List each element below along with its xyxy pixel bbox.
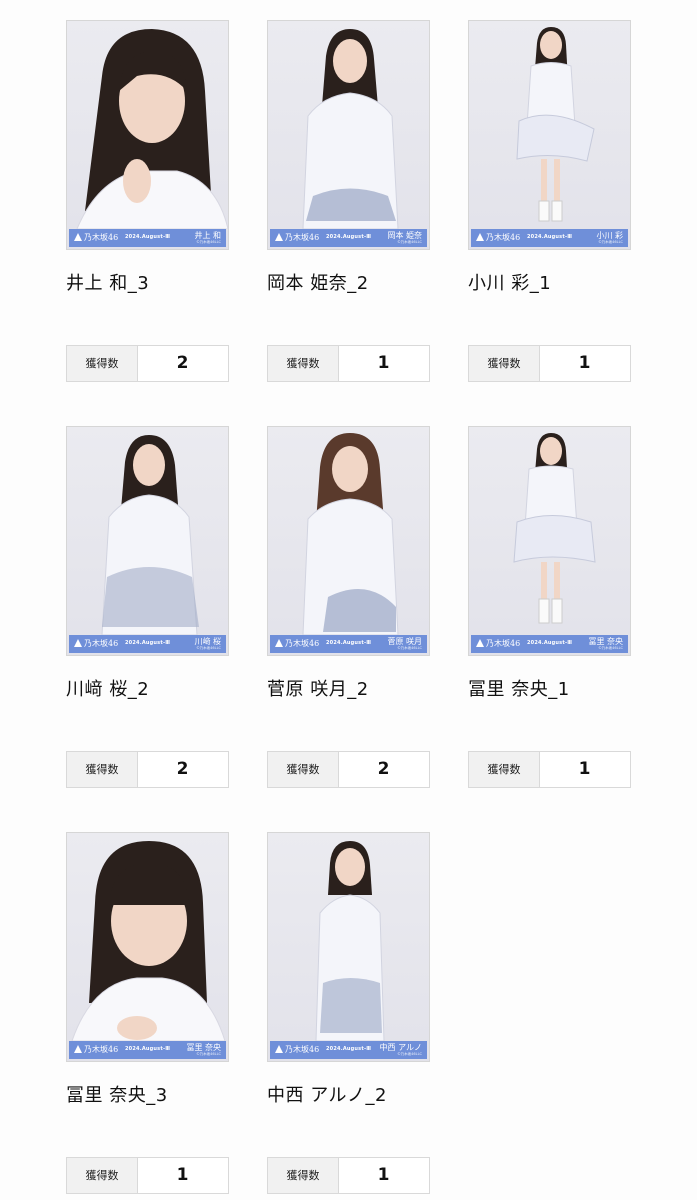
count-value: 2 — [176, 759, 189, 779]
photo-date: 2024.August-Ⅲ — [125, 234, 171, 240]
photo-footer-band: 乃木坂46 2024.August-Ⅲ 冨里 奈央 ©乃木坂46LLC — [69, 1041, 226, 1059]
member-photo[interactable]: 乃木坂46 2024.August-Ⅲ 冨里 奈央 ©乃木坂46LLC — [468, 426, 631, 656]
photo-copyright: ©乃木坂46LLC — [397, 240, 422, 244]
card-title[interactable]: 井上 和_3 — [66, 269, 266, 295]
member-portrait-fullbody — [516, 27, 595, 222]
photo-date: 2024.August-Ⅲ — [125, 1046, 171, 1052]
member-photo[interactable]: 乃木坂46 2024.August-Ⅲ 菅原 咲月 ©乃木坂46LLC — [267, 426, 430, 656]
member-photo[interactable]: 乃木坂46 2024.August-Ⅲ 中西 アルノ ©乃木坂46LLC — [267, 832, 430, 1062]
count-label: 獲得数 — [67, 346, 138, 381]
count-box: 獲得数 2 — [66, 345, 229, 382]
photo-footer-band: 乃木坂46 2024.August-Ⅲ 菅原 咲月 ©乃木坂46LLC — [270, 635, 427, 653]
count-value: 1 — [176, 1165, 189, 1185]
photo-footer-band: 乃木坂46 2024.August-Ⅲ 中西 アルノ ©乃木坂46LLC — [270, 1041, 427, 1059]
member-photo[interactable]: 乃木坂46 2024.August-Ⅲ 岡本 姫奈 ©乃木坂46LLC — [267, 20, 430, 250]
count-box: 獲得数 1 — [267, 1157, 430, 1194]
card-title[interactable]: 川﨑 桜_2 — [66, 675, 266, 701]
count-label: 獲得数 — [469, 752, 540, 787]
photo-date: 2024.August-Ⅲ — [527, 640, 573, 646]
brand-logo: 乃木坂46 — [275, 232, 319, 243]
photo-date: 2024.August-Ⅲ — [326, 234, 372, 240]
photo-copyright: ©乃木坂46LLC — [397, 646, 422, 650]
count-value: 1 — [377, 1165, 390, 1185]
photo-footer-band: 乃木坂46 2024.August-Ⅲ 岡本 姫奈 ©乃木坂46LLC — [270, 229, 427, 247]
photo-copyright: ©乃木坂46LLC — [598, 646, 623, 650]
photo-date: 2024.August-Ⅲ — [326, 1046, 372, 1052]
card-title[interactable]: 菅原 咲月_2 — [267, 675, 467, 701]
count-label: 獲得数 — [67, 752, 138, 787]
brand-logo: 乃木坂46 — [476, 232, 520, 243]
photo-copyright: ©乃木坂46LLC — [397, 1052, 422, 1056]
photo-footer-band: 乃木坂46 2024.August-Ⅲ 冨里 奈央 ©乃木坂46LLC — [471, 635, 628, 653]
member-portrait-halfbody — [315, 841, 385, 1041]
brand-logo: 乃木坂46 — [275, 638, 319, 649]
count-label: 獲得数 — [469, 346, 540, 381]
brand-logo: 乃木坂46 — [74, 1044, 118, 1055]
count-box: 獲得数 2 — [66, 751, 229, 788]
photo-date: 2024.August-Ⅲ — [125, 640, 171, 646]
count-box: 獲得数 1 — [468, 751, 631, 788]
photo-copyright: ©乃木坂46LLC — [598, 240, 623, 244]
member-portrait-closeup — [71, 841, 226, 1041]
photo-date: 2024.August-Ⅲ — [326, 640, 372, 646]
member-photo[interactable]: 乃木坂46 2024.August-Ⅲ 冨里 奈央 ©乃木坂46LLC — [66, 832, 229, 1062]
count-value: 1 — [578, 759, 591, 779]
count-box: 獲得数 1 — [66, 1157, 229, 1194]
brand-logo: 乃木坂46 — [476, 638, 520, 649]
card-title[interactable]: 冨里 奈央_3 — [66, 1081, 266, 1107]
brand-logo: 乃木坂46 — [74, 638, 118, 649]
card-title[interactable]: 岡本 姫奈_2 — [267, 269, 467, 295]
member-photo[interactable]: 乃木坂46 2024.August-Ⅲ 井上 和 ©乃木坂46LLC — [66, 20, 229, 250]
count-label: 獲得数 — [268, 1158, 339, 1193]
count-label: 獲得数 — [268, 752, 339, 787]
count-box: 獲得数 1 — [267, 345, 430, 382]
member-photo[interactable]: 乃木坂46 2024.August-Ⅲ 小川 彩 ©乃木坂46LLC — [468, 20, 631, 250]
count-box: 獲得数 2 — [267, 751, 430, 788]
photo-footer-band: 乃木坂46 2024.August-Ⅲ 川﨑 桜 ©乃木坂46LLC — [69, 635, 226, 653]
count-value: 2 — [377, 759, 390, 779]
member-portrait-halfbody — [302, 29, 399, 229]
card-title[interactable]: 中西 アルノ_2 — [267, 1081, 467, 1107]
photo-date: 2024.August-Ⅲ — [527, 234, 573, 240]
member-photo[interactable]: 乃木坂46 2024.August-Ⅲ 川﨑 桜 ©乃木坂46LLC — [66, 426, 229, 656]
photo-copyright: ©乃木坂46LLC — [196, 646, 221, 650]
card-title[interactable]: 小川 彩_1 — [468, 269, 668, 295]
count-label: 獲得数 — [268, 346, 339, 381]
brand-logo: 乃木坂46 — [74, 232, 118, 243]
count-value: 2 — [176, 353, 189, 373]
brand-logo: 乃木坂46 — [275, 1044, 319, 1055]
count-box: 獲得数 1 — [468, 345, 631, 382]
member-portrait-fullbody — [513, 433, 596, 624]
count-label: 獲得数 — [67, 1158, 138, 1193]
photo-footer-band: 乃木坂46 2024.August-Ⅲ 井上 和 ©乃木坂46LLC — [69, 229, 226, 247]
member-portrait-halfbody — [302, 433, 399, 635]
count-value: 1 — [578, 353, 591, 373]
photo-footer-band: 乃木坂46 2024.August-Ⅲ 小川 彩 ©乃木坂46LLC — [471, 229, 628, 247]
member-portrait-closeup — [76, 29, 228, 229]
photo-copyright: ©乃木坂46LLC — [196, 1052, 221, 1056]
member-portrait-halfbody — [101, 435, 199, 635]
card-title[interactable]: 冨里 奈央_1 — [468, 675, 668, 701]
photo-copyright: ©乃木坂46LLC — [196, 240, 221, 244]
count-value: 1 — [377, 353, 390, 373]
